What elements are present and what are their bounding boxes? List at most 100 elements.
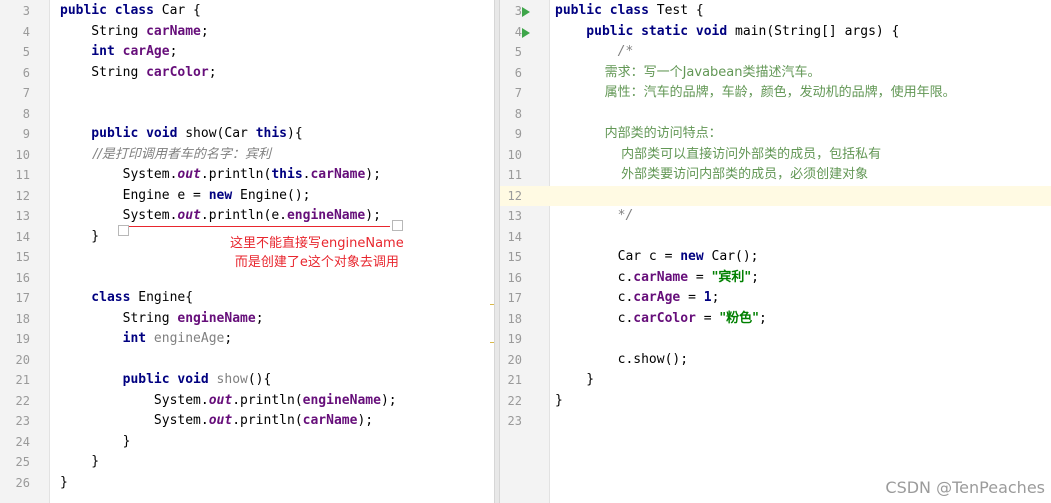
code-line[interactable]: 16 c.carName = "宾利"; (500, 268, 1051, 289)
code-text: c.show(); (555, 351, 689, 367)
code-line[interactable]: 17 class Engine{ (0, 288, 494, 309)
editor-pane-car[interactable]: 3 public class Car {4 String carName; 5 in… (0, 0, 500, 503)
code-text: /* (555, 44, 634, 59)
editor-pane-test[interactable]: 3 public class Test {4 public static void… (500, 0, 1051, 503)
code-line[interactable]: 8 (0, 104, 494, 125)
code-line[interactable]: 26} (0, 473, 494, 494)
code-text: 内部类可以直接访问外部类的成员，包括私有 (555, 146, 882, 162)
code-line[interactable]: 23 (500, 411, 1051, 432)
red-annotation: 这里不能直接写engineName 而是创建了e这个对象去调用 (230, 234, 404, 272)
code-line[interactable]: 11 System.out.println(this.carName); (0, 165, 494, 186)
code-text: System.out.println(this.carName); (60, 167, 381, 182)
line-number: 5 (22, 45, 30, 59)
code-line[interactable]: 17 c.carAge = 1; (500, 288, 1051, 309)
code-text: public void show(Car this){ (60, 126, 303, 141)
run-arrow-icon[interactable] (522, 27, 530, 38)
line-number: 17 (507, 291, 522, 305)
code-line[interactable]: 13 System.out.println(e.engineName); (0, 206, 494, 227)
code-line[interactable]: 22} (500, 391, 1051, 412)
code-line[interactable]: 13 */ (500, 206, 1051, 227)
code-text: 外部类要访问内部类的成员，必须创建对象 (555, 167, 869, 182)
code-line[interactable]: 21 } (500, 370, 1051, 391)
line-number: 19 (15, 332, 30, 346)
line-number: 11 (15, 168, 30, 182)
line-number: 9 (22, 127, 30, 141)
code-text: } (555, 372, 595, 387)
watermark: CSDN @TenPeaches (885, 478, 1045, 497)
code-text: } (60, 433, 131, 449)
code-line[interactable]: 20 (0, 350, 494, 371)
annotation-line: 而是创建了e这个对象去调用 (234, 255, 399, 270)
line-number: 3 (22, 4, 30, 18)
ide-window: 3 public class Car {4 String carName; 5 in… (0, 0, 1051, 503)
line-number: 14 (15, 229, 30, 244)
code-line[interactable]: 11 外部类要访问内部类的成员，必须创建对象 (500, 165, 1051, 186)
line-number: 14 (507, 229, 522, 244)
code-text: //是打印调用者车的名字：宾利 (60, 146, 271, 162)
line-number: 26 (15, 475, 30, 490)
code-text: System.out.println(e.engineName); (60, 208, 381, 223)
code-text: System.out.println(engineName); (60, 392, 397, 408)
line-number: 7 (22, 86, 30, 100)
code-line[interactable]: 19 (500, 329, 1051, 350)
code-line[interactable]: 23 System.out.println(carName); (0, 411, 494, 432)
line-number: 20 (15, 352, 30, 367)
line-number: 6 (22, 65, 30, 80)
code-line[interactable]: 4 public static void main(String[] args)… (500, 22, 1051, 43)
code-text: Engine e = new Engine(); (60, 187, 311, 203)
code-line[interactable]: 14 (500, 227, 1051, 248)
code-text: public static void main(String[] args) { (555, 23, 900, 39)
line-number: 10 (15, 147, 30, 162)
code-line[interactable]: 19 int engineAge; (0, 329, 494, 350)
code-line[interactable]: 6 需求：写一个Javabean类描述汽车。 (500, 63, 1051, 84)
code-line[interactable]: 3 public class Test { (500, 1, 1051, 22)
line-number: 13 (15, 209, 30, 223)
line-number: 3 (514, 4, 522, 18)
code-text: } (60, 474, 68, 490)
run-arrow-icon[interactable] (522, 7, 530, 17)
code-line[interactable]: 7 属性：汽车的品牌，车龄，颜色，发动机的品牌，使用年限。 (500, 83, 1051, 104)
code-line[interactable]: 25 } (0, 452, 494, 473)
code-line[interactable]: 6 String carColor; (0, 63, 494, 84)
selection-handle (392, 220, 403, 231)
line-number: 18 (15, 311, 30, 326)
code-line[interactable]: 12 (500, 185, 1051, 206)
line-number: 13 (507, 209, 522, 223)
code-line[interactable]: 20 c.show(); (500, 350, 1051, 371)
code-line[interactable]: 9 内部类的访问特点： (500, 124, 1051, 145)
code-line[interactable]: 8 (500, 104, 1051, 125)
line-number: 25 (15, 455, 30, 469)
code-line[interactable]: 4 String carName; (0, 22, 494, 43)
code-line[interactable]: 10 内部类可以直接访问外部类的成员，包括私有 (500, 145, 1051, 166)
code-line[interactable]: 9 public void show(Car this){ (0, 124, 494, 145)
code-line[interactable]: 10 //是打印调用者车的名字：宾利 (0, 145, 494, 166)
code-text: String engineName; (60, 310, 264, 326)
code-line[interactable]: 3 public class Car { (0, 1, 494, 22)
code-text: System.out.println(carName); (60, 413, 374, 428)
code-text: public void show(){ (60, 372, 272, 387)
code-line[interactable]: 5 /* (500, 42, 1051, 63)
line-number: 15 (15, 250, 30, 264)
code-line[interactable]: 18 String engineName; (0, 309, 494, 330)
code-text: int engineAge; (60, 331, 233, 346)
line-number: 19 (507, 332, 522, 346)
code-text: } (555, 392, 563, 408)
code-line[interactable]: 5 int carAge; (0, 42, 494, 63)
code-line[interactable]: 7 (0, 83, 494, 104)
code-line[interactable]: 15 Car c = new Car(); (500, 247, 1051, 268)
line-number: 7 (514, 86, 522, 100)
line-number: 20 (507, 352, 522, 367)
line-number: 12 (507, 188, 522, 203)
line-number: 8 (514, 106, 522, 121)
code-text: String carColor; (60, 64, 217, 80)
code-line[interactable]: 12 Engine e = new Engine(); (0, 186, 494, 207)
code-line[interactable]: 21 public void show(){ (0, 370, 494, 391)
line-number: 23 (507, 414, 522, 428)
code-line[interactable]: 18 c.carColor = "粉色"; (500, 309, 1051, 330)
line-number: 15 (507, 250, 522, 264)
line-number: 5 (514, 45, 522, 59)
code-line[interactable]: 24 } (0, 432, 494, 453)
line-number: 22 (15, 393, 30, 408)
code-line[interactable]: 22 System.out.println(engineName); (0, 391, 494, 412)
line-number: 18 (507, 311, 522, 326)
